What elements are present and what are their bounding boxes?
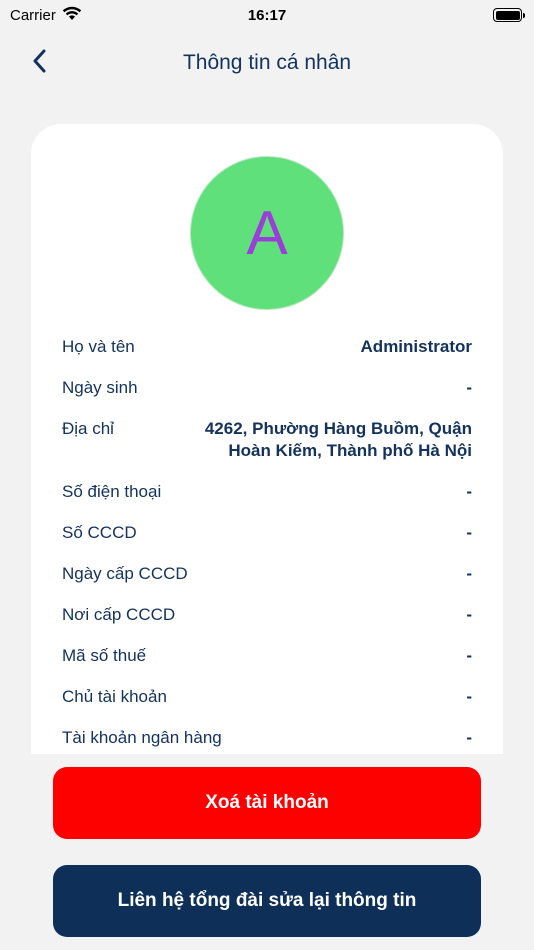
info-label: Ngày sinh [62, 378, 138, 397]
info-label: Họ và tên [62, 337, 135, 356]
info-row-full-name: Họ và tên Administrator [62, 336, 472, 358]
info-value: - [466, 687, 472, 706]
info-row-bank-account: Tài khoản ngân hàng - [62, 727, 472, 749]
info-row-id-number: Số CCCD - [62, 522, 472, 544]
info-label: Tài khoản ngân hàng [62, 728, 222, 747]
back-button[interactable] [22, 46, 56, 80]
page-title: Thông tin cá nhân [182, 51, 352, 74]
info-value: Administrator [360, 337, 472, 356]
wifi-icon [62, 6, 82, 25]
info-label: Số điện thoại [62, 482, 162, 501]
info-value: 4262, Phường Hàng Buồm, Quận Hoàn Kiếm, … [204, 419, 472, 460]
delete-account-button[interactable]: Xoá tài khoản [53, 767, 481, 839]
nav-bar: Thông tin cá nhân [0, 40, 534, 86]
info-row-id-issue-place: Nơi cấp CCCD - [62, 604, 472, 626]
profile-card: A Họ và tên Administrator Ngày sinh - Đị… [31, 124, 503, 754]
info-label: Chủ tài khoản [62, 687, 167, 706]
info-value: - [466, 564, 472, 583]
battery-icon [493, 8, 525, 22]
status-left: Carrier [10, 6, 82, 25]
info-row-tax-code: Mã số thuế - [62, 645, 472, 667]
status-bar: Carrier 16:17 [0, 0, 534, 30]
carrier-label: Carrier [10, 6, 56, 24]
info-value: - [466, 605, 472, 624]
info-label: Địa chỉ [62, 419, 114, 438]
info-row-id-issue-date: Ngày cấp CCCD - [62, 563, 472, 585]
info-row-account-holder: Chủ tài khoản - [62, 686, 472, 708]
battery-level [495, 10, 520, 20]
info-label: Nơi cấp CCCD [62, 605, 176, 624]
contact-support-button[interactable]: Liên hệ tổng đài sửa lại thông tin [53, 865, 481, 937]
info-value: - [466, 646, 472, 665]
info-label: Ngày cấp CCCD [62, 564, 188, 583]
info-list: Họ và tên Administrator Ngày sinh - Địa … [62, 336, 472, 754]
info-label: Mã số thuế [62, 646, 147, 665]
info-row-birthdate: Ngày sinh - [62, 377, 472, 399]
avatar-initial: A [246, 198, 288, 268]
info-value: - [466, 482, 472, 501]
chevron-left-icon [32, 49, 46, 78]
info-value: - [466, 378, 472, 397]
info-value: - [466, 523, 472, 542]
info-label: Số CCCD [62, 523, 137, 542]
info-row-phone: Số điện thoại - [62, 481, 472, 503]
info-row-address: Địa chỉ 4262, Phường Hàng Buồm, Quận Hoà… [62, 418, 472, 462]
info-value: - [466, 728, 472, 747]
avatar: A [190, 156, 344, 310]
